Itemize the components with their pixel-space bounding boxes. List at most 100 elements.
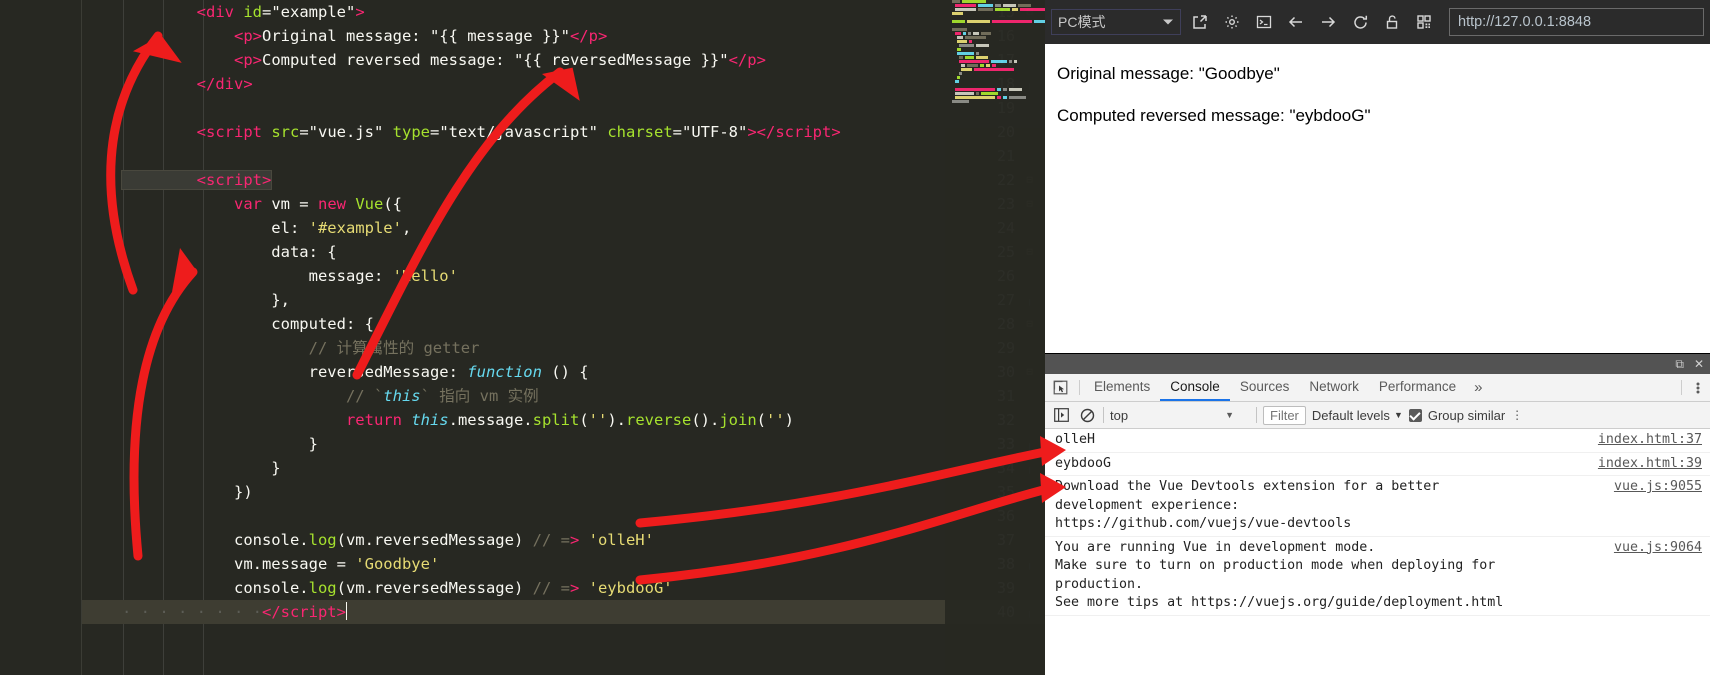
back-arrow-icon[interactable]	[1283, 9, 1309, 35]
code-text: · · · · · · · ·</script>	[122, 602, 348, 621]
code-line[interactable]: 21	[82, 144, 1045, 168]
clear-console-icon[interactable]	[1077, 405, 1097, 425]
dock-icon[interactable]: ⧉	[1675, 358, 1684, 370]
tab-console[interactable]: Console	[1160, 374, 1230, 401]
code-text: vm.message = 'Goodbye'	[122, 555, 440, 573]
code-line[interactable]: 27╷ },	[82, 288, 1045, 312]
group-similar-checkbox[interactable]	[1408, 408, 1422, 422]
code-line[interactable]: 25⊟ data: {	[82, 240, 1045, 264]
code-text: }	[122, 435, 318, 453]
forward-arrow-icon[interactable]	[1315, 9, 1341, 35]
gear-icon[interactable]	[1219, 9, 1245, 35]
code-line[interactable]: 34╷ }	[82, 456, 1045, 480]
device-mode-select[interactable]: PC模式	[1051, 9, 1181, 35]
code-line[interactable]: 36	[82, 504, 1045, 528]
console-context-select[interactable]: top ▼	[1110, 408, 1250, 423]
console-message-source[interactable]: vue.js:9055	[1614, 478, 1702, 497]
code-text: <div id="example">	[196, 3, 365, 21]
code-line[interactable]: 23⊟ var vm = new Vue({	[82, 192, 1045, 216]
console-context-label: top	[1110, 407, 1129, 423]
code-line[interactable]: 15⊟ <div id="example">	[82, 0, 1045, 24]
console-message-source[interactable]: index.html:39	[1598, 455, 1702, 474]
code-line[interactable]: 30⊟ reversedMessage: function () {	[82, 360, 1045, 384]
code-line[interactable]: 18╷ </div>	[82, 72, 1045, 96]
code-text: computed: {	[122, 315, 374, 333]
open-external-icon[interactable]	[1187, 9, 1213, 35]
editor-minimap[interactable]	[945, 0, 1045, 675]
console-message-source[interactable]: vue.js:9064	[1614, 539, 1702, 558]
tab-performance[interactable]: Performance	[1369, 374, 1466, 401]
code-text: var vm = new Vue({	[233, 195, 402, 213]
minimap-row	[945, 80, 1045, 83]
code-text: console.log(vm.reversedMessage) // => 'o…	[122, 531, 654, 549]
console-message[interactable]: eybdooG index.html:39	[1045, 453, 1710, 476]
console-message-link[interactable]: https://github.com/vuejs/vue-devtools	[1055, 516, 1351, 531]
minimap-row	[945, 48, 1045, 51]
code-text: // 计算属性的 getter	[308, 339, 480, 357]
close-icon[interactable]: ✕	[1694, 358, 1704, 370]
code-text: data: {	[122, 243, 337, 261]
qrcode-icon[interactable]	[1411, 9, 1437, 35]
console-messages[interactable]: olleH index.html:37 eybdooG index.html:39 Do…	[1045, 429, 1710, 675]
console-sidebar-toggle-icon[interactable]	[1051, 405, 1071, 425]
minimap-row	[945, 16, 1045, 19]
devtools-menu-icon[interactable]	[1686, 374, 1710, 401]
code-text: <script src="vue.js" type="text/javascri…	[196, 123, 841, 141]
console-message-source[interactable]: index.html:37	[1598, 431, 1702, 450]
console-message-text: eybdooG	[1055, 455, 1112, 471]
code-line[interactable]: 39 console.log(vm.reversedMessage) // =>…	[82, 576, 1045, 600]
code-line[interactable]: 31 // `this` 指向 vm 实例	[82, 384, 1045, 408]
console-levels-select[interactable]: Default levels ▼	[1312, 408, 1403, 423]
minimap-row	[945, 20, 1045, 23]
tab-sources-label: Sources	[1239, 379, 1290, 394]
code-line[interactable]: 20 <script src="vue.js" type="text/javas…	[82, 120, 1045, 144]
code-text: message: 'Hello'	[122, 267, 458, 285]
tab-elements[interactable]: Elements	[1084, 374, 1160, 401]
devtools-tabbar[interactable]: Elements Console Sources Network Perform…	[1045, 374, 1710, 402]
console-message-text: Download the Vue Devtools extension for …	[1055, 479, 1440, 513]
code-line[interactable]: 16 <p>Original message: "{{ message }}"<…	[82, 24, 1045, 48]
code-line[interactable]: 35 })	[82, 480, 1045, 504]
code-line[interactable]: 26 message: 'Hello'	[82, 264, 1045, 288]
console-message[interactable]: Download the Vue Devtools extension for …	[1045, 476, 1710, 537]
code-line[interactable]: 19	[82, 96, 1045, 120]
code-text: </div>	[196, 75, 253, 93]
code-line[interactable]: 40╷· · · · · · · ·</script>	[82, 600, 1045, 624]
code-line[interactable]: 32 return this.message.split('').reverse…	[82, 408, 1045, 432]
unlock-icon[interactable]	[1379, 9, 1405, 35]
minimap-row	[945, 68, 1045, 71]
code-text: <script>	[82, 170, 273, 190]
code-line[interactable]: 38╷ vm.message = 'Goodbye'	[82, 552, 1045, 576]
console-icon[interactable]	[1251, 9, 1277, 35]
inspect-element-icon[interactable]	[1045, 374, 1075, 401]
console-message-link[interactable]: https://vuejs.org/guide/deployment.html	[1191, 595, 1503, 610]
code-line[interactable]: 22⊟ <script>	[82, 168, 1045, 192]
code-line[interactable]: 24 el: '#example',	[82, 216, 1045, 240]
console-message[interactable]: You are running Vue in development mode.…	[1045, 537, 1710, 616]
tab-sources[interactable]: Sources	[1230, 374, 1300, 401]
console-filter-input[interactable]: Filter	[1263, 405, 1306, 425]
more-tabs-icon[interactable]: »	[1466, 374, 1490, 401]
minimap-row	[945, 28, 1045, 31]
tab-performance-label: Performance	[1378, 379, 1457, 394]
minimap-row	[945, 36, 1045, 39]
code-line[interactable]: 33╷ }	[82, 432, 1045, 456]
code-line[interactable]: 37 console.log(vm.reversedMessage) // =>…	[82, 528, 1045, 552]
minimap-row	[945, 92, 1045, 95]
code-text: <p>Original message: "{{ message }}"</p>	[233, 27, 608, 45]
code-line[interactable]: 28⊟ computed: {	[82, 312, 1045, 336]
devtools-dragbar[interactable]: ⧉ ✕	[1045, 354, 1710, 374]
code-lines[interactable]: 15⊟ <div id="example">16 <p>Original mes…	[82, 0, 1045, 675]
code-line[interactable]: 17 <p>Computed reversed message: "{{ rev…	[82, 48, 1045, 72]
console-settings-icon[interactable]: ⋮	[1511, 408, 1523, 422]
code-editor[interactable]: 15⊟ <div id="example">16 <p>Original mes…	[0, 0, 1045, 675]
code-line[interactable]: 29 // 计算属性的 getter	[82, 336, 1045, 360]
tab-network[interactable]: Network	[1299, 374, 1369, 401]
reload-icon[interactable]	[1347, 9, 1373, 35]
url-input[interactable]: http://127.0.0.1:8848	[1449, 8, 1704, 36]
minimap-row	[945, 44, 1045, 47]
code-text: })	[122, 483, 253, 501]
tab-network-label: Network	[1309, 379, 1359, 394]
console-message[interactable]: olleH index.html:37	[1045, 429, 1710, 453]
